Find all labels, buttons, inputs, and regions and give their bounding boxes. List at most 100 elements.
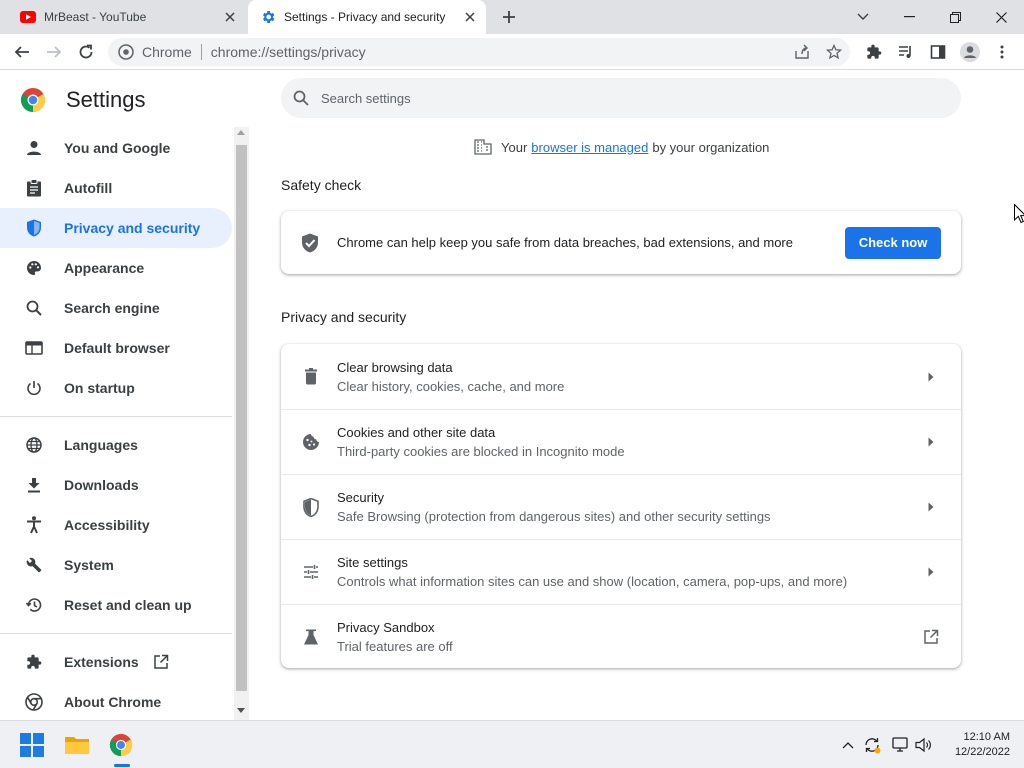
globe-icon [24, 435, 44, 455]
row-subtitle: Controls what information sites can use … [337, 574, 848, 589]
sidebar-item-label: About Chrome [64, 694, 162, 710]
open-in-new-icon [921, 627, 941, 647]
sidebar-item-appearance[interactable]: Appearance [0, 248, 232, 288]
close-tab-icon[interactable] [460, 7, 480, 27]
shield-check-icon [301, 233, 321, 253]
system-clock[interactable]: 12:10 AM 12/22/2022 [955, 730, 1010, 760]
sidebar-item-label: Appearance [64, 260, 145, 276]
row-subtitle: Safe Browsing (protection from dangerous… [337, 509, 771, 524]
clock-time: 12:10 AM [963, 731, 1010, 743]
palette-icon [24, 258, 44, 278]
new-tab-button[interactable] [498, 6, 520, 28]
volume-icon[interactable] [910, 731, 938, 759]
restore-button[interactable] [932, 0, 978, 34]
sync-update-icon[interactable] [858, 731, 886, 759]
row-title: Security [337, 490, 384, 505]
row-subtitle: Clear history, cookies, cache, and more [337, 378, 565, 394]
omnibox-divider [200, 44, 202, 60]
sidebar-divider [0, 633, 232, 634]
sidebar-item-reset-and-clean-up[interactable]: Reset and clean up [0, 585, 232, 625]
check-now-button[interactable]: Check now [845, 226, 941, 259]
site-info[interactable]: Chrome [108, 44, 192, 60]
cookie-icon [301, 432, 321, 452]
side-panel-icon[interactable] [924, 38, 952, 66]
sidebar-item-downloads[interactable]: Downloads [0, 465, 232, 505]
sidebar-item-autofill[interactable]: Autofill [0, 168, 232, 208]
row-title: Clear browsing data [337, 359, 453, 375]
sidebar-item-you-and-google[interactable]: You and Google [0, 128, 232, 168]
file-explorer-icon[interactable] [63, 731, 91, 759]
mouse-cursor-icon [1014, 204, 1024, 224]
accessibility-icon [24, 515, 44, 535]
safety-check-card: Chrome can help keep you safe from data … [281, 211, 961, 274]
privacy-sandbox-row[interactable]: Privacy Sandbox Trial features are off [281, 604, 961, 669]
site-label: Chrome [142, 44, 192, 60]
chrome-logo-icon [24, 692, 44, 712]
clear-browsing-data-row[interactable]: Clear browsing data Clear history, cooki… [281, 344, 961, 409]
sidebar-item-extensions[interactable]: Extensions [0, 642, 232, 682]
search-input[interactable] [321, 90, 921, 106]
url-text[interactable]: chrome://settings/privacy [211, 44, 366, 60]
managed-notice: Your browser is managed by your organiza… [474, 139, 769, 155]
sidebar-item-about-chrome[interactable]: About Chrome [0, 682, 232, 722]
site-settings-row[interactable]: Site settings Controls what information … [281, 539, 961, 604]
chrome-menu-icon[interactable] [988, 38, 1016, 66]
chrome-logo-icon [20, 88, 46, 112]
extensions-puzzle-icon[interactable] [860, 38, 888, 66]
managed-prefix: Your [501, 139, 528, 155]
tab-strip: MrBeast - YouTube Settings - Privacy and… [0, 0, 1024, 34]
search-icon [293, 90, 309, 106]
arrow-right-icon [921, 562, 941, 582]
row-title: Cookies and other site data [337, 425, 496, 440]
shield-half-icon [301, 497, 321, 517]
browser-managed-link[interactable]: browser is managed [531, 140, 648, 155]
active-app-indicator [114, 764, 130, 767]
close-tab-icon[interactable] [220, 7, 240, 27]
close-window-button[interactable] [978, 0, 1024, 34]
tab-search-icon[interactable] [840, 0, 886, 34]
reload-button[interactable] [72, 38, 100, 66]
sidebar-item-on-startup[interactable]: On startup [0, 368, 232, 408]
sidebar-item-label: Accessibility [64, 517, 150, 533]
row-title: Site settings [337, 555, 408, 570]
trash-icon [301, 367, 321, 387]
back-button[interactable] [8, 38, 36, 66]
safety-check-text: Chrome can help keep you safe from data … [337, 235, 793, 250]
sidebar-item-privacy-and-security[interactable]: Privacy and security [0, 208, 232, 248]
sidebar-item-accessibility[interactable]: Accessibility [0, 505, 232, 545]
search-settings-box[interactable] [281, 78, 961, 118]
sidebar-item-label: Reset and clean up [64, 597, 192, 613]
share-icon[interactable] [792, 42, 812, 62]
sidebar-item-system[interactable]: System [0, 545, 232, 585]
sidebar-item-label: Downloads [64, 477, 139, 493]
address-bar[interactable]: Chrome chrome://settings/privacy [108, 38, 850, 66]
sidebar-item-label: Languages [64, 437, 138, 453]
scroll-down-icon[interactable] [237, 708, 245, 714]
wrench-icon [24, 555, 44, 575]
sidebar-scrollbar-thumb[interactable] [236, 145, 247, 691]
open-in-new-icon [153, 654, 169, 670]
managed-suffix: by your organization [652, 139, 770, 155]
privacy-security-heading: Privacy and security [281, 309, 407, 325]
tab-settings[interactable]: Settings - Privacy and security [248, 0, 486, 34]
chrome-taskbar-icon[interactable] [107, 731, 135, 759]
sidebar-item-search-engine[interactable]: Search engine [0, 288, 232, 328]
settings-gear-icon [260, 9, 276, 25]
privacy-security-card: Clear browsing data Clear history, cooki… [281, 344, 961, 668]
tab-title: MrBeast - YouTube [44, 10, 147, 24]
person-icon [24, 138, 44, 158]
profile-avatar-icon[interactable] [956, 38, 984, 66]
sidebar-item-languages[interactable]: Languages [0, 425, 232, 465]
forward-button[interactable] [40, 38, 68, 66]
bookmark-star-icon[interactable] [824, 42, 844, 62]
tab-youtube[interactable]: MrBeast - YouTube [8, 0, 246, 34]
safety-check-heading: Safety check [281, 177, 362, 193]
cookies-row[interactable]: Cookies and other site data Third-party … [281, 409, 961, 474]
scroll-up-icon[interactable] [237, 130, 245, 136]
windows-start-icon[interactable] [18, 731, 46, 759]
minimize-button[interactable] [886, 0, 932, 34]
security-row[interactable]: Security Safe Browsing (protection from … [281, 474, 961, 539]
settings-header: Settings [20, 87, 146, 113]
media-control-icon[interactable] [892, 38, 920, 66]
sidebar-item-default-browser[interactable]: Default browser [0, 328, 232, 368]
